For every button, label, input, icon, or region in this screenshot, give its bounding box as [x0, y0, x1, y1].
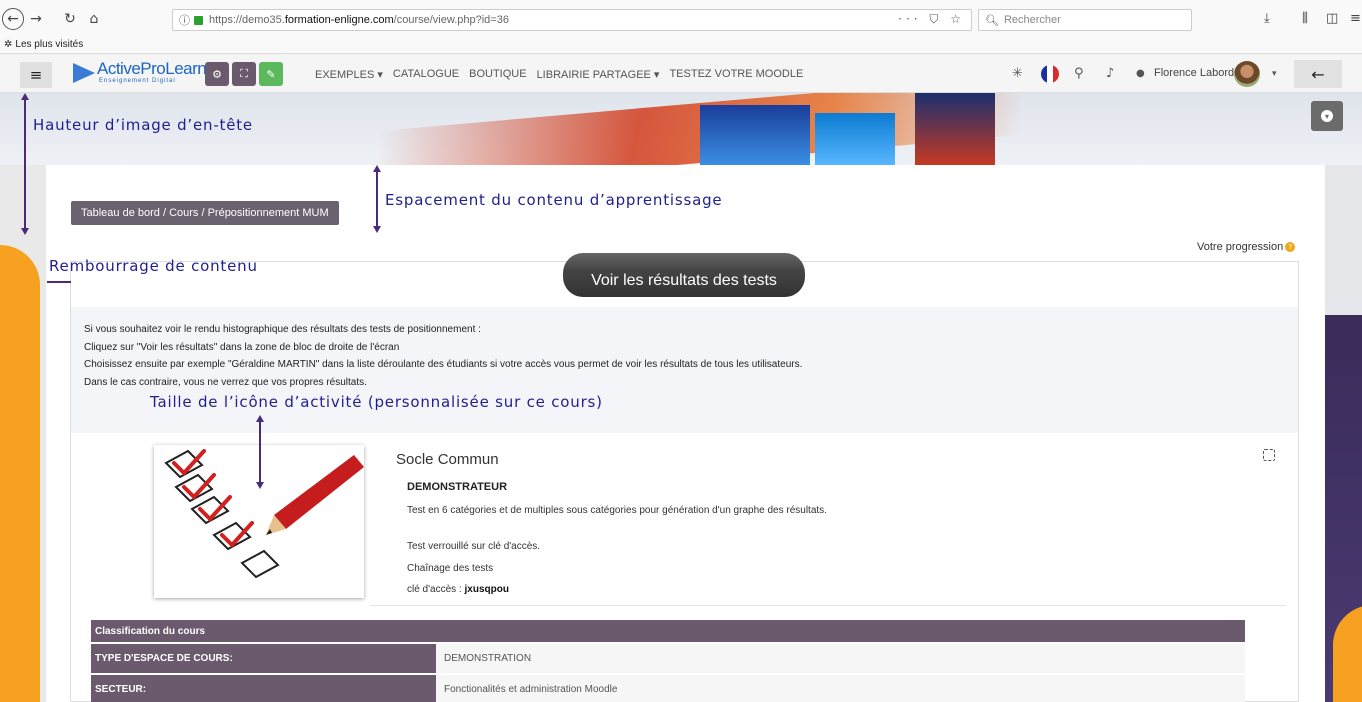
page-actions-icon[interactable]: ··· ⛉ ☆	[898, 12, 965, 27]
annotation-line	[47, 281, 71, 283]
reload-icon[interactable]: ↻	[60, 9, 80, 29]
user-menu-name[interactable]: Florence Labord	[1154, 67, 1234, 79]
annotation-arrow-down-icon	[256, 482, 264, 489]
annotation-content-spacing: Espacement du contenu d’apprentissage	[385, 191, 723, 209]
magnifier-icon: 🔍︎	[985, 13, 999, 27]
activity-title[interactable]: Socle Commun	[396, 451, 499, 468]
progress-indicator: Votre progression ?	[1197, 241, 1296, 253]
settings-cogs-button[interactable]: ⚙	[205, 62, 229, 86]
annotation-arrow-down-icon	[21, 228, 29, 235]
edit-mode-button[interactable]: ✎	[259, 62, 283, 86]
address-bar[interactable]: ⓘ https://demo35.formation-enligne.com/c…	[172, 9, 972, 31]
bell-icon[interactable]: ♪	[1106, 66, 1114, 81]
url-text: https://demo35.formation-enligne.com/cou…	[209, 14, 509, 26]
table-row: SECTEUR: Fonctionalités et administratio…	[91, 675, 1245, 702]
chevron-down-icon: ▾	[1321, 110, 1333, 122]
lock-icon	[194, 15, 203, 25]
activity-subtitle: DEMONSTRATEUR	[407, 481, 508, 493]
info-icon[interactable]: ⓘ	[179, 12, 190, 28]
sidebar-icon[interactable]: ◫	[1326, 11, 1338, 26]
browser-forward-icon[interactable]: →	[26, 9, 46, 29]
annotation-line	[259, 421, 261, 483]
hamburger-icon[interactable]: ≡	[20, 62, 52, 88]
activity-description: Test en 6 catégories et de multiples sou…	[407, 505, 827, 516]
annotation-arrow-down-icon	[373, 226, 381, 233]
chat-icon[interactable]: ●	[1136, 68, 1145, 79]
download-icon[interactable]: ⤓	[1264, 11, 1270, 26]
menu-item-exemples[interactable]: EXEMPLES ▾	[315, 68, 383, 81]
activity-access-key: clé d'accès : jxusqpou	[407, 584, 509, 595]
search-icon[interactable]: ⚲	[1074, 66, 1084, 81]
browser-toolbar: ← → ↻ ⌂ ⓘ https://demo35.formation-enlig…	[0, 0, 1362, 36]
completion-checkbox[interactable]	[1263, 449, 1275, 461]
back-arrow-button[interactable]: ←	[1294, 60, 1342, 88]
menu-item-librairie[interactable]: LIBRAIRIE PARTAGEE ▾	[537, 68, 660, 81]
bookmarks-bar: ✲ Les plus visités	[0, 36, 1362, 54]
site-logo[interactable]: ActiveProLearn Enseignement Digital	[73, 59, 207, 87]
page-background-left	[0, 165, 46, 702]
main-menu: EXEMPLES ▾ CATALOGUE BOUTIQUE LIBRAIRIE …	[315, 55, 813, 93]
divider	[370, 605, 1286, 606]
gear-bookmark-icon: ✲	[4, 39, 13, 50]
classification-table: Classification du cours TYPE D'ESPACE DE…	[91, 620, 1245, 702]
sitemap-button[interactable]: ⛶	[232, 62, 256, 86]
table-row: TYPE D'ESPACE DE COURS: DEMONSTRATION	[91, 644, 1245, 673]
browser-search-input[interactable]: 🔍︎ Rechercher	[978, 9, 1192, 31]
screenshot-root: ← → ↻ ⌂ ⓘ https://demo35.formation-enlig…	[0, 0, 1362, 702]
page-background-right	[1325, 165, 1362, 702]
activity-lock-note: Test verrouillé sur clé d'accès.	[407, 541, 541, 552]
annotation-activity-icon-size: Taille de l’icône d’activité (personnali…	[150, 393, 603, 411]
home-icon[interactable]: ⌂	[84, 9, 104, 29]
breadcrumb[interactable]: Tableau de bord / Cours / Prépositionnem…	[71, 201, 339, 225]
menu-item-testez[interactable]: TESTEZ VOTRE MOODLE	[669, 68, 803, 80]
table-header: Classification du cours	[91, 620, 1245, 642]
help-icon[interactable]: ?	[1285, 242, 1296, 252]
browser-menu-icon[interactable]: ≡	[1350, 11, 1361, 26]
activity-chain-note: Chaînage des tests	[407, 563, 494, 574]
menu-item-catalogue[interactable]: CATALOGUE	[393, 68, 459, 80]
block-drawer-toggle-button[interactable]: ▾	[1311, 101, 1343, 131]
french-flag-icon[interactable]	[1041, 65, 1059, 83]
bookmark-most-visited[interactable]: Les plus visités	[15, 39, 83, 50]
section-title[interactable]: Voir les résultats des tests	[563, 253, 805, 297]
logo-mark-icon	[73, 63, 95, 83]
library-icon[interactable]: ⫼	[1302, 11, 1308, 26]
annotation-line	[24, 99, 26, 229]
annotation-header-height: Hauteur d’image d’en-tête	[33, 116, 253, 134]
annotation-line	[376, 171, 378, 227]
menu-item-boutique[interactable]: BOUTIQUE	[469, 68, 526, 80]
section-summary: Si vous souhaitez voir le rendu histogra…	[84, 324, 803, 388]
avatar[interactable]	[1234, 61, 1260, 87]
moodle-navbar: ≡ ActiveProLearn Enseignement Digital ⚙ …	[0, 55, 1362, 93]
browser-back-icon[interactable]: ←	[2, 8, 24, 30]
annotation-content-padding: Rembourrage de contenu	[49, 257, 258, 275]
chevron-down-icon[interactable]: ▾	[1272, 69, 1277, 79]
language-uk-icon[interactable]: ✳	[1012, 66, 1023, 81]
